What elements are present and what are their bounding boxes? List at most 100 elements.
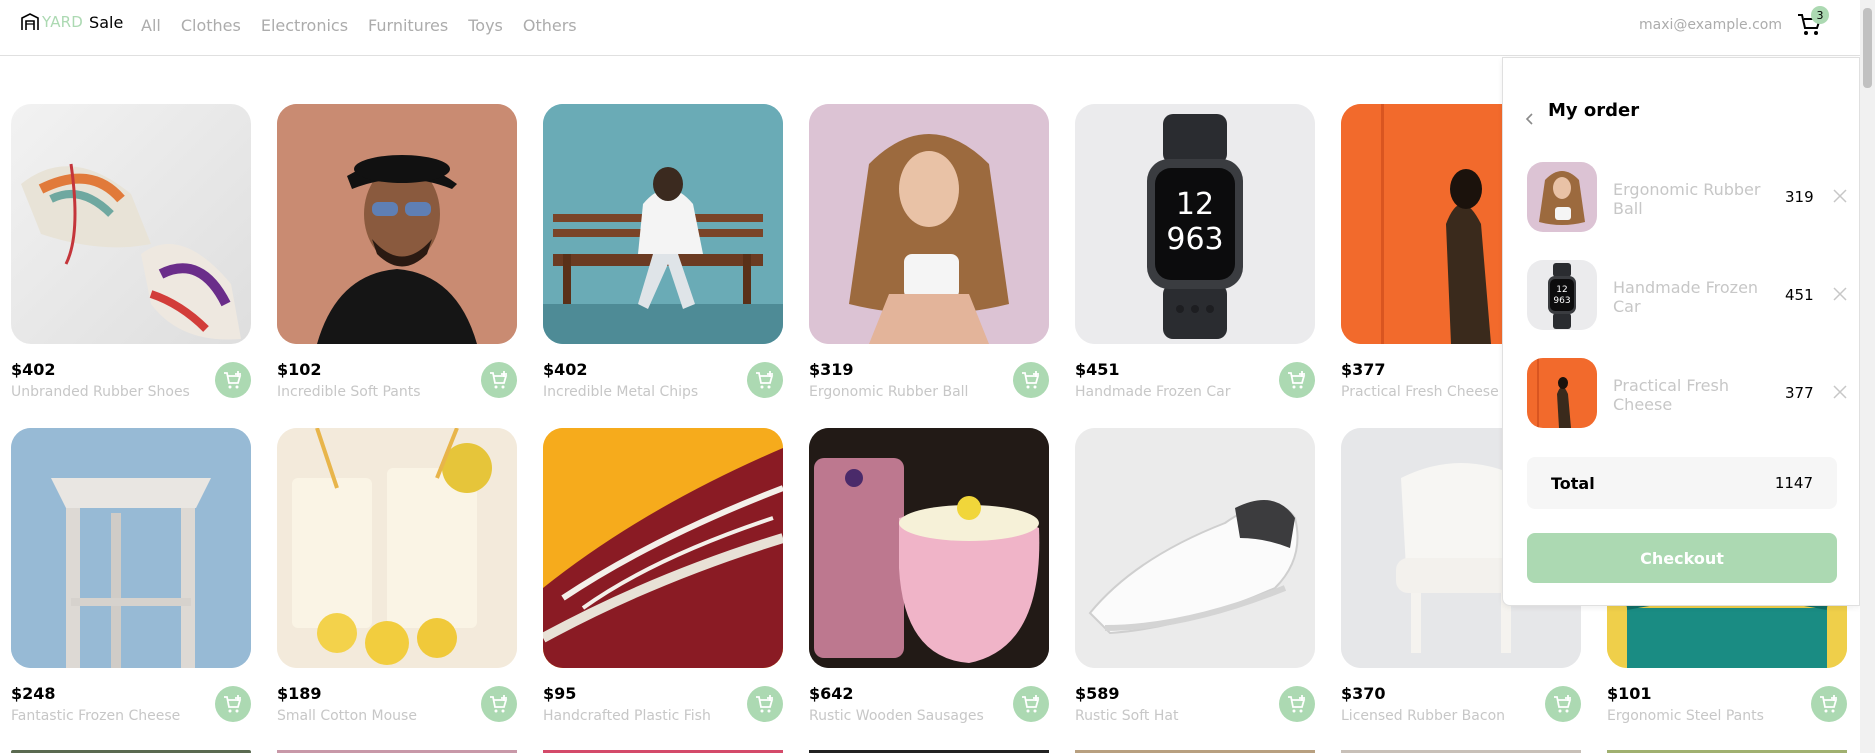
product-price: $402	[543, 360, 588, 379]
product-price: $370	[1341, 684, 1386, 703]
nav-toys[interactable]: Toys	[468, 16, 503, 35]
page-scrollbar[interactable]	[1860, 0, 1875, 753]
add-to-cart-button[interactable]	[1545, 686, 1581, 722]
product-price: $402	[11, 360, 56, 379]
add-to-cart-icon	[490, 371, 508, 389]
svg-text:963: 963	[1166, 222, 1223, 257]
product-image-hat[interactable]	[1075, 428, 1315, 668]
category-nav: All Clothes Electronics Furnitures Toys …	[141, 16, 597, 35]
product-price: $451	[1075, 360, 1120, 379]
order-item-thumbnail	[1527, 358, 1597, 428]
nav-clothes[interactable]: Clothes	[181, 16, 241, 35]
scrollbar-thumb[interactable]	[1863, 8, 1872, 88]
add-to-cart-button[interactable]	[747, 686, 783, 722]
product-price: $248	[11, 684, 56, 703]
product-card[interactable]: $402 Unbranded Rubber Shoes	[11, 104, 251, 400]
product-price: $319	[809, 360, 854, 379]
logo[interactable]: YARD Sale	[20, 12, 123, 32]
add-to-cart-button[interactable]	[481, 686, 517, 722]
checkout-button[interactable]: Checkout	[1527, 533, 1837, 583]
nav-all[interactable]: All	[141, 16, 161, 35]
add-to-cart-icon	[1820, 695, 1838, 713]
order-item-name: Practical Fresh Cheese	[1613, 376, 1729, 414]
add-to-cart-icon	[1288, 371, 1306, 389]
order-item-price: 319	[1785, 188, 1814, 206]
product-name: Rustic Wooden Sausages	[809, 708, 984, 724]
product-price: $377	[1341, 360, 1386, 379]
add-to-cart-button[interactable]	[1811, 686, 1847, 722]
nav-furnitures[interactable]: Furnitures	[368, 16, 448, 35]
product-name: Handmade Frozen Car	[1075, 384, 1231, 400]
add-to-cart-icon	[756, 695, 774, 713]
close-icon[interactable]	[1833, 287, 1847, 301]
add-to-cart-icon	[490, 695, 508, 713]
add-to-cart-icon	[1022, 695, 1040, 713]
total-value: 1147	[1774, 474, 1813, 492]
nav-others[interactable]: Others	[523, 16, 577, 35]
svg-text:12: 12	[1176, 187, 1214, 222]
total-label: Total	[1551, 474, 1595, 493]
add-to-cart-button[interactable]	[481, 362, 517, 398]
product-image-fish[interactable]	[543, 428, 783, 668]
add-to-cart-icon	[1022, 371, 1040, 389]
product-card[interactable]: $589 Rustic Soft Hat	[1075, 428, 1315, 724]
add-to-cart-icon	[224, 371, 242, 389]
add-to-cart-button[interactable]	[747, 362, 783, 398]
product-price: $95	[543, 684, 577, 703]
top-navbar: YARD Sale All Clothes Electronics Furnit…	[0, 0, 1860, 56]
order-item-name: Handmade Frozen Car	[1613, 278, 1759, 316]
product-price: $101	[1607, 684, 1652, 703]
product-price: $189	[277, 684, 322, 703]
add-to-cart-button[interactable]	[215, 362, 251, 398]
product-card[interactable]: $102 Incredible Soft Pants	[277, 104, 517, 400]
user-email[interactable]: maxi@example.com	[1639, 17, 1782, 33]
order-item: 12 963 Handmade Frozen Car 451	[1527, 260, 1847, 330]
product-card[interactable]: $95 Handcrafted Plastic Fish	[543, 428, 783, 724]
product-name: Licensed Rubber Bacon	[1341, 708, 1506, 724]
nav-electronics[interactable]: Electronics	[261, 16, 348, 35]
product-image-ball[interactable]	[809, 104, 1049, 344]
product-card[interactable]: $319 Ergonomic Rubber Ball	[809, 104, 1049, 400]
order-item: Practical Fresh Cheese 377	[1527, 358, 1847, 428]
product-card[interactable]: $189 Small Cotton Mouse	[277, 428, 517, 724]
add-to-cart-icon	[756, 371, 774, 389]
product-image-shoes[interactable]	[11, 104, 251, 344]
product-card[interactable]: $402 Incredible Metal Chips	[543, 104, 783, 400]
add-to-cart-button[interactable]	[1013, 686, 1049, 722]
product-name: Rustic Soft Hat	[1075, 708, 1179, 724]
svg-text:12: 12	[1556, 285, 1567, 295]
svg-text:963: 963	[1553, 296, 1570, 306]
product-price: $589	[1075, 684, 1120, 703]
close-icon[interactable]	[1833, 189, 1847, 203]
close-icon[interactable]	[1833, 385, 1847, 399]
add-to-cart-button[interactable]	[1013, 362, 1049, 398]
product-card[interactable]: $642 Rustic Wooden Sausages	[809, 428, 1049, 724]
add-to-cart-button[interactable]	[1279, 686, 1315, 722]
product-image-chips[interactable]	[543, 104, 783, 344]
add-to-cart-icon	[1288, 695, 1306, 713]
product-card[interactable]: 12 963 $451 Handmade Frozen Car	[1075, 104, 1315, 400]
product-price: $102	[277, 360, 322, 379]
order-item-thumbnail	[1527, 162, 1597, 232]
cart-count-badge: 3	[1811, 6, 1829, 24]
product-name: Unbranded Rubber Shoes	[11, 384, 190, 400]
order-item: Ergonomic Rubber Ball 319	[1527, 162, 1847, 232]
order-item-thumbnail: 12 963	[1527, 260, 1597, 330]
back-chevron-icon[interactable]	[1523, 112, 1537, 126]
product-image-mouse[interactable]	[277, 428, 517, 668]
product-name: Incredible Metal Chips	[543, 384, 699, 400]
product-image-sausages[interactable]	[809, 428, 1049, 668]
product-image-watch[interactable]: 12 963	[1075, 104, 1315, 344]
add-to-cart-button[interactable]	[215, 686, 251, 722]
add-to-cart-icon	[224, 695, 242, 713]
product-card[interactable]: $248 Fantastic Frozen Cheese	[11, 428, 251, 724]
add-to-cart-button[interactable]	[1279, 362, 1315, 398]
order-item-price: 451	[1785, 286, 1814, 304]
product-price: $642	[809, 684, 854, 703]
product-name: Small Cotton Mouse	[277, 708, 417, 724]
product-image-pants[interactable]	[277, 104, 517, 344]
product-name: Fantastic Frozen Cheese	[11, 708, 181, 724]
product-image-stool[interactable]	[11, 428, 251, 668]
order-total: Total 1147	[1527, 457, 1837, 509]
my-order-panel: My order Ergonomic Rubber Ball 319 12 963…	[1502, 57, 1860, 606]
